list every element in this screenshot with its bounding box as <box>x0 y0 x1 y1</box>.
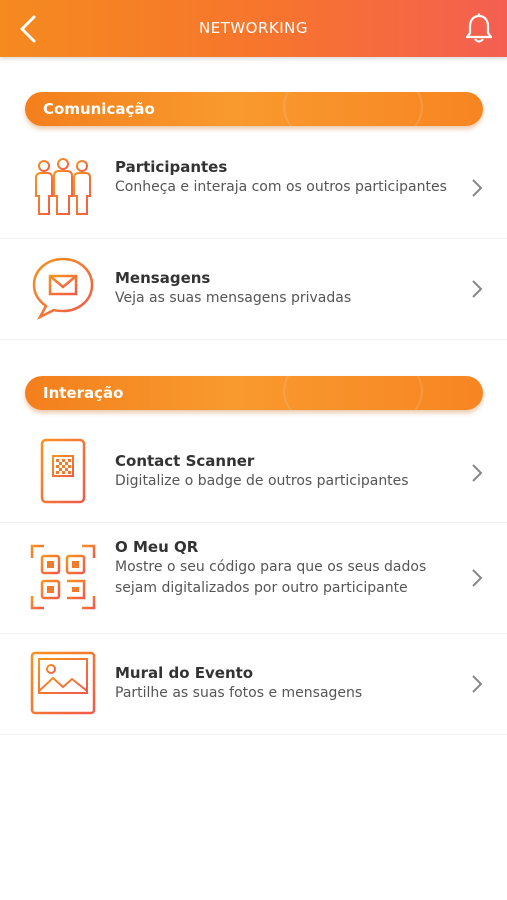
section-header-comunicacao: Comunicação <box>25 92 483 126</box>
bell-icon <box>465 13 493 43</box>
message-bubble-icon <box>32 257 94 320</box>
notifications-button[interactable] <box>463 12 495 46</box>
list-item-participantes[interactable]: Participantes Conheça e interaja com os … <box>0 139 507 239</box>
item-description: Conheça e interaja com os outros partici… <box>115 179 447 195</box>
page-title: NETWORKING <box>198 19 309 37</box>
chevron-right-icon <box>472 179 483 197</box>
item-title: O Meu QR <box>115 538 199 556</box>
list-item-mensagens[interactable]: Mensagens Veja as suas mensagens privada… <box>0 240 507 340</box>
chevron-right-icon <box>472 464 483 482</box>
chevron-right-icon <box>472 569 483 587</box>
item-description: Veja as suas mensagens privadas <box>115 290 352 306</box>
chevron-right-icon <box>472 675 483 693</box>
item-description: Digitalize o badge de outros participant… <box>115 473 409 489</box>
people-icon <box>35 158 91 215</box>
item-description: Partilhe as suas fotos e mensagens <box>115 685 363 701</box>
item-description: Mostre o seu código para que os seus dad… <box>115 559 427 596</box>
section-label: Interação <box>43 384 124 402</box>
photo-wall-icon <box>30 651 96 715</box>
item-title: Participantes <box>115 158 228 176</box>
qr-code-icon <box>30 544 96 610</box>
list-item-o-meu-qr[interactable]: O Meu QR Mostre o seu código para que os… <box>0 524 507 634</box>
section-label: Comunicação <box>43 100 155 118</box>
chevron-right-icon <box>472 280 483 298</box>
phone-scanner-icon <box>40 438 86 504</box>
item-title: Mural do Evento <box>115 664 254 682</box>
item-title: Mensagens <box>115 269 211 287</box>
list-item-contact-scanner[interactable]: Contact Scanner Digitalize o badge de ou… <box>0 423 507 523</box>
section-header-interacao: Interação <box>25 376 483 410</box>
top-bar: NETWORKING <box>0 0 507 57</box>
item-title: Contact Scanner <box>115 452 255 470</box>
list-item-mural-do-evento[interactable]: Mural do Evento Partilhe as suas fotos e… <box>0 635 507 735</box>
